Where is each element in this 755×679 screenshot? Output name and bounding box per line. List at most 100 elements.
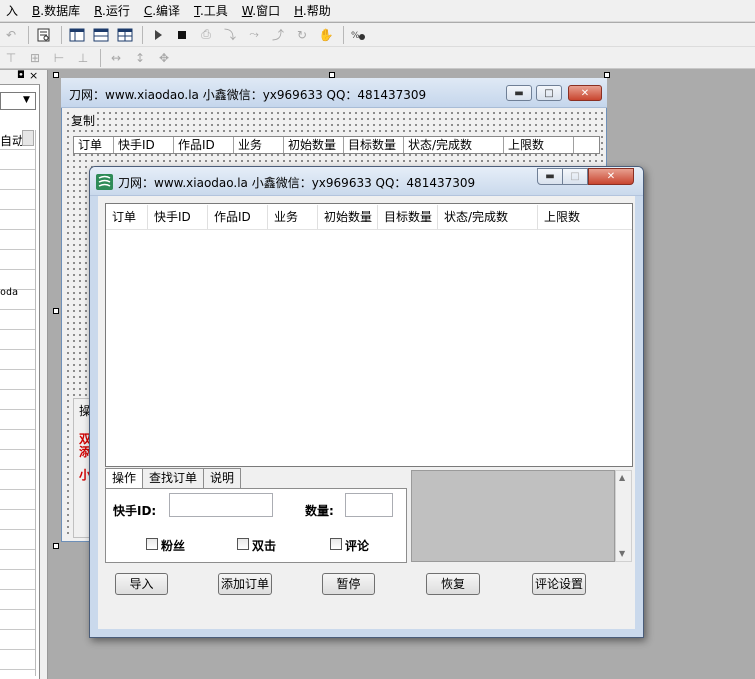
project-panel-header: ◘ × [0,69,40,85]
order-list-header: 订单 快手ID 作品ID 业务 初始数量 目标数量 状态/完成数 上限数 [106,204,632,230]
property-list[interactable] [0,130,36,676]
comment-checkbox-label[interactable]: 评论 [345,537,369,554]
align-middle-icon[interactable]: ⊞ [24,48,46,68]
vertical-scrollbar[interactable]: ▲ ▼ [615,470,632,562]
resize-handle[interactable] [604,72,610,78]
toolbar-separator [142,25,143,44]
kuaishou-id-input[interactable] [169,493,273,517]
maximize-icon[interactable]: □ [536,85,562,101]
fans-checkbox-label[interactable]: 粉丝 [161,537,185,554]
same-height-icon[interactable]: ↕ [129,48,151,68]
add-order-button[interactable]: 添加订单 [218,573,272,595]
align-horizontal-icon[interactable]: ⊢ [48,48,70,68]
designer-form-title: 刀网：www.xiaodao.la 小鑫微信：yx969633 QQ：48143… [69,88,427,102]
menu-item-import[interactable]: 入 [0,2,26,19]
toolbar-separator [343,25,344,44]
chevron-down-icon[interactable]: ▼ [23,95,30,105]
minimize-icon[interactable]: ▬ [506,85,532,101]
list-column-header[interactable]: 订单 [74,137,114,153]
step-over-icon[interactable]: ⤳ [243,25,265,45]
resize-handle[interactable] [329,72,335,78]
debug-icon[interactable]: ⎙ [195,25,217,45]
menu-item-help[interactable]: H.帮助 [288,2,339,19]
close-icon[interactable]: ✕ [568,85,602,101]
toolbar-align: ⊤ ⊞ ⊢ ⊥ ↔ ↕ ✥ [0,47,755,69]
list-column-header[interactable]: 目标数量 [378,204,438,229]
list-column-header[interactable]: 作品ID [208,204,268,229]
panel-splitter[interactable] [40,70,48,679]
list-column-header[interactable]: 业务 [234,137,284,153]
find-icon[interactable]: % [348,25,370,45]
list-column-header[interactable]: 初始数量 [284,137,344,153]
close-icon[interactable]: ✕ [588,168,634,185]
property-value: 自动 [0,134,25,148]
property-scroll-thumb[interactable] [22,130,34,146]
resize-handle[interactable] [53,308,59,314]
layout-icon-3[interactable] [114,25,136,45]
toolbar-main: ↶ ⎙ ⤵ ⤳ ⤴ ↻ ✋ % [0,23,755,47]
list-column-header[interactable]: 状态/完成数 [438,204,538,229]
scroll-up-icon[interactable]: ▲ [619,473,625,482]
list-column-header[interactable]: 状态/完成数 [404,137,504,153]
run-to-cursor-icon[interactable]: ↻ [291,25,313,45]
quantity-input[interactable] [345,493,393,517]
preview-icon[interactable] [33,25,55,45]
double-click-checkbox[interactable] [237,538,249,550]
tab-strip: 操作 查找订单 说明 [105,468,407,489]
resize-handle[interactable] [53,72,59,78]
list-column-header[interactable]: 初始数量 [318,204,378,229]
hand-icon[interactable]: ✋ [315,25,337,45]
list-column-header[interactable]: 订单 [106,204,148,229]
kuaishou-id-label: 快手ID: [113,504,157,518]
list-column-header[interactable]: 快手ID [114,137,174,153]
minimize-icon[interactable]: ▬ [537,168,563,185]
toolbar-separator [28,25,29,44]
menu-item-run[interactable]: R.运行 [88,2,138,19]
same-width-icon[interactable]: ↔ [105,48,127,68]
comment-settings-button[interactable]: 评论设置 [532,573,586,595]
object-combo[interactable]: ▼ [0,92,36,110]
tab-instructions[interactable]: 说明 [203,468,242,488]
window-frame-right [635,196,643,637]
step-out-icon[interactable]: ⤴ [267,25,289,45]
order-list[interactable] [105,203,633,467]
menu-item-window[interactable]: W.窗口 [236,2,288,19]
maximize-icon[interactable]: □ [562,168,588,185]
list-column-header[interactable]: 快手ID [148,204,208,229]
list-column-header[interactable]: 业务 [268,204,318,229]
app-window-titlebar[interactable]: 刀网：www.xiaodao.la 小鑫微信：yx969633 QQ：48143… [90,167,643,196]
list-column-header[interactable]: 目标数量 [344,137,404,153]
list-column-header[interactable]: 上限数 [504,137,574,153]
step-into-icon[interactable]: ⤵ [219,25,241,45]
list-column-header[interactable]: 作品ID [174,137,234,153]
pause-button[interactable]: 暂停 [322,573,375,595]
run-icon[interactable] [147,25,169,45]
resize-handle[interactable] [53,543,59,549]
layout-icon-2[interactable] [90,25,112,45]
layout-icon-1[interactable] [66,25,88,45]
fans-checkbox[interactable] [146,538,158,550]
menu-item-database[interactable]: B.数据库 [26,2,88,19]
comment-checkbox[interactable] [330,538,342,550]
import-button[interactable]: 导入 [115,573,168,595]
menu-item-compile[interactable]: C.编译 [138,2,188,19]
scroll-down-icon[interactable]: ▼ [619,549,625,558]
same-size-icon[interactable]: ✥ [153,48,175,68]
close-icon[interactable]: × [29,69,38,82]
resume-button[interactable]: 恢复 [426,573,480,595]
align-top-icon[interactable]: ⊤ [0,48,22,68]
tab-operate[interactable]: 操作 [105,468,144,489]
undo-icon[interactable]: ↶ [0,25,22,45]
stop-icon[interactable] [171,25,193,45]
comment-panel[interactable] [411,470,615,562]
restore-icon[interactable]: ◘ [17,70,25,81]
list-column-header[interactable]: 上限数 [538,205,632,229]
double-click-checkbox-label[interactable]: 双击 [252,537,276,554]
designer-list-header[interactable]: 订单 快手ID 作品ID 业务 初始数量 目标数量 状态/完成数 上限数 [73,136,600,154]
menu-item-tools[interactable]: T.工具 [188,2,236,19]
toolbar-separator [61,25,62,44]
tab-find-order[interactable]: 查找订单 [142,468,205,488]
designer-menu-copy[interactable]: 复制 [70,112,97,129]
align-bottom-icon[interactable]: ⊥ [72,48,94,68]
toolbar-separator [100,48,101,67]
